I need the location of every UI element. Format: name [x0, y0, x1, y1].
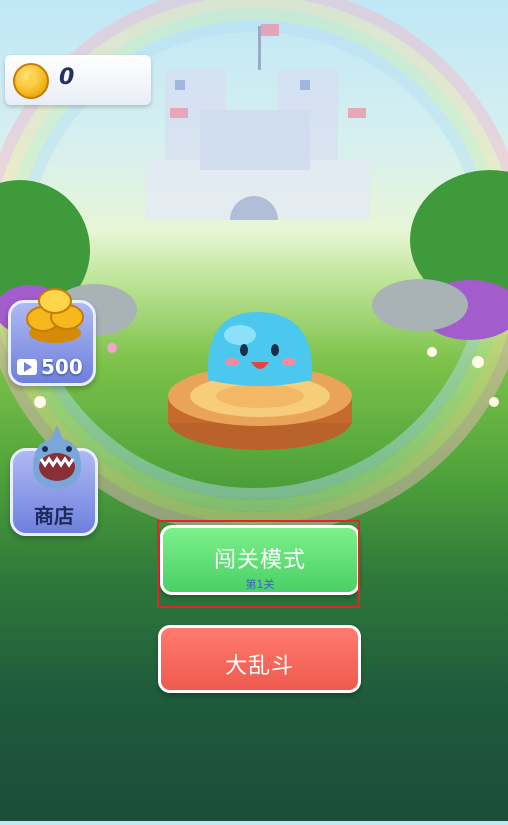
- brawl-mode-label: 大乱斗: [224, 654, 294, 679]
- blue-slime-character: [207, 311, 313, 386]
- gold-coin-stack-icon: [26, 288, 84, 343]
- video-play-icon: [17, 359, 37, 375]
- scene-art: [0, 0, 508, 536]
- shop-label: 商店: [34, 504, 74, 528]
- brawl-mode-button[interactable]: 大乱斗: [158, 625, 361, 693]
- video-reward-label: 500: [17, 355, 83, 379]
- coin-counter-panel: ♣ 0: [5, 55, 151, 105]
- video-reward-amount: 500: [41, 355, 83, 379]
- selection-highlight: [157, 520, 360, 608]
- game-background: [0, 0, 508, 821]
- shark-icon: [33, 425, 81, 489]
- coin-count: 0: [59, 65, 75, 90]
- shop-button[interactable]: 商店: [10, 425, 98, 536]
- castle: [145, 24, 370, 220]
- watch-video-reward-button[interactable]: 500: [8, 288, 96, 386]
- clover-coin-icon: ♣: [13, 63, 49, 99]
